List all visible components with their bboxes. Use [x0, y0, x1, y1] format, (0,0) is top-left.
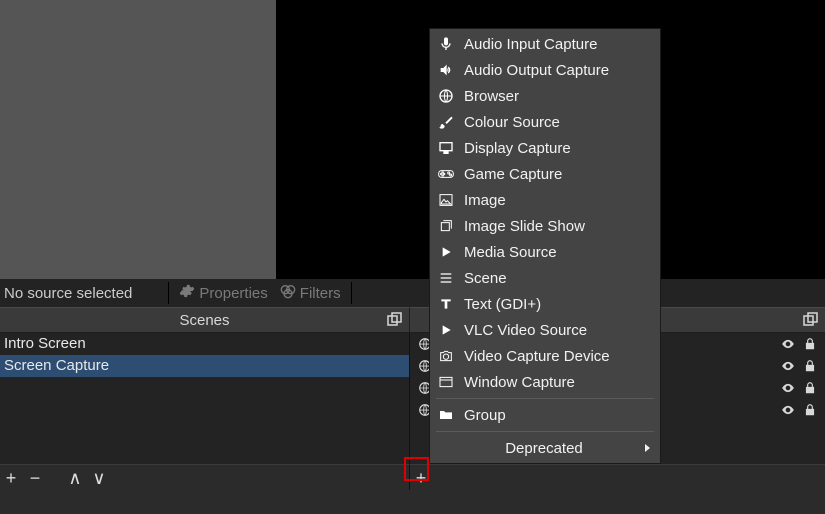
brush-icon — [438, 114, 454, 130]
scenes-panel-header: Scenes — [0, 307, 410, 333]
infobar: No source selected Properties Filters — [0, 279, 825, 307]
filters-button[interactable]: Filters — [276, 281, 345, 305]
menu-item[interactable]: Game Capture — [430, 161, 660, 187]
eye-icon[interactable] — [781, 403, 795, 417]
menu-item-label: Display Capture — [464, 140, 571, 157]
add-button-highlight — [404, 457, 429, 481]
panel-headers: Scenes Sources — [0, 307, 825, 333]
menu-item[interactable]: VLC Video Source — [430, 317, 660, 343]
lock-icon[interactable] — [803, 359, 817, 373]
menu-item-deprecated[interactable]: Deprecated — [430, 435, 660, 461]
menu-item-label: Colour Source — [464, 114, 560, 131]
lock-icon[interactable] — [803, 381, 817, 395]
menu-item-label: Image Slide Show — [464, 218, 585, 235]
play-icon — [438, 322, 454, 338]
play-icon — [438, 244, 454, 260]
menu-item[interactable]: Window Capture — [430, 369, 660, 395]
lock-icon[interactable] — [803, 337, 817, 351]
window-icon — [438, 374, 454, 390]
move-scene-up-button[interactable]: ∧ — [68, 469, 82, 487]
menu-separator — [436, 398, 654, 399]
add-scene-button[interactable]: + — [4, 469, 18, 487]
gamepad-icon — [438, 166, 454, 182]
menu-item-label: Browser — [464, 88, 519, 105]
list-icon — [438, 270, 454, 286]
lock-icon[interactable] — [803, 403, 817, 417]
menu-item[interactable]: Media Source — [430, 239, 660, 265]
menu-item[interactable]: Colour Source — [430, 109, 660, 135]
menu-item[interactable]: Audio Output Capture — [430, 57, 660, 83]
menu-item-label: VLC Video Source — [464, 322, 587, 339]
filters-icon — [280, 283, 296, 303]
scenes-toolbar: + − ∧ ∨ — [0, 464, 410, 490]
menu-item[interactable]: Browser — [430, 83, 660, 109]
menu-item-label: Audio Input Capture — [464, 36, 597, 53]
menu-item[interactable]: Scene — [430, 265, 660, 291]
remove-scene-button[interactable]: − — [28, 469, 42, 487]
status-text: No source selected — [2, 285, 132, 302]
properties-button[interactable]: Properties — [175, 281, 271, 305]
menu-item[interactable]: Video Capture Device — [430, 343, 660, 369]
mic-icon — [438, 36, 454, 52]
image-icon — [438, 192, 454, 208]
scenes-list[interactable]: Intro Screen Screen Capture — [0, 333, 410, 464]
popout-icon[interactable] — [803, 312, 819, 328]
folder-icon — [438, 407, 454, 423]
camera-icon — [438, 348, 454, 364]
menu-item-label: Game Capture — [464, 166, 562, 183]
menu-item-label: Media Source — [464, 244, 557, 261]
slides-icon — [438, 218, 454, 234]
menu-item-label: Image — [464, 192, 506, 209]
menu-item-label: Scene — [464, 270, 507, 287]
menu-separator — [436, 431, 654, 432]
eye-icon[interactable] — [781, 381, 795, 395]
menu-item[interactable]: Text (GDI+) — [430, 291, 660, 317]
sources-toolbar: + — [410, 464, 825, 490]
menu-item[interactable]: Image Slide Show — [430, 213, 660, 239]
menu-item-label: Window Capture — [464, 374, 575, 391]
globe-icon — [438, 88, 454, 104]
menu-item-label: Video Capture Device — [464, 348, 610, 365]
monitor-icon — [438, 140, 454, 156]
menu-item-group[interactable]: Group — [430, 402, 660, 428]
popout-icon[interactable] — [387, 312, 403, 328]
menu-item-label: Audio Output Capture — [464, 62, 609, 79]
bottom-strip — [0, 490, 825, 514]
preview-area — [0, 0, 825, 279]
gear-icon — [179, 283, 195, 303]
speaker-icon — [438, 62, 454, 78]
scenes-title: Scenes — [179, 312, 229, 329]
menu-item[interactable]: Image — [430, 187, 660, 213]
separator — [168, 282, 169, 304]
add-source-menu[interactable]: Audio Input Capture Audio Output Capture B… — [429, 28, 661, 464]
separator — [351, 282, 352, 304]
eye-icon[interactable] — [781, 337, 795, 351]
menu-item[interactable]: Audio Input Capture — [430, 31, 660, 57]
scene-row[interactable]: Intro Screen — [0, 333, 409, 355]
eye-icon[interactable] — [781, 359, 795, 373]
menu-item-label: Text (GDI+) — [464, 296, 541, 313]
text-icon — [438, 296, 454, 312]
move-scene-down-button[interactable]: ∨ — [92, 469, 106, 487]
menu-item[interactable]: Display Capture — [430, 135, 660, 161]
scene-row[interactable]: Screen Capture — [0, 355, 409, 377]
